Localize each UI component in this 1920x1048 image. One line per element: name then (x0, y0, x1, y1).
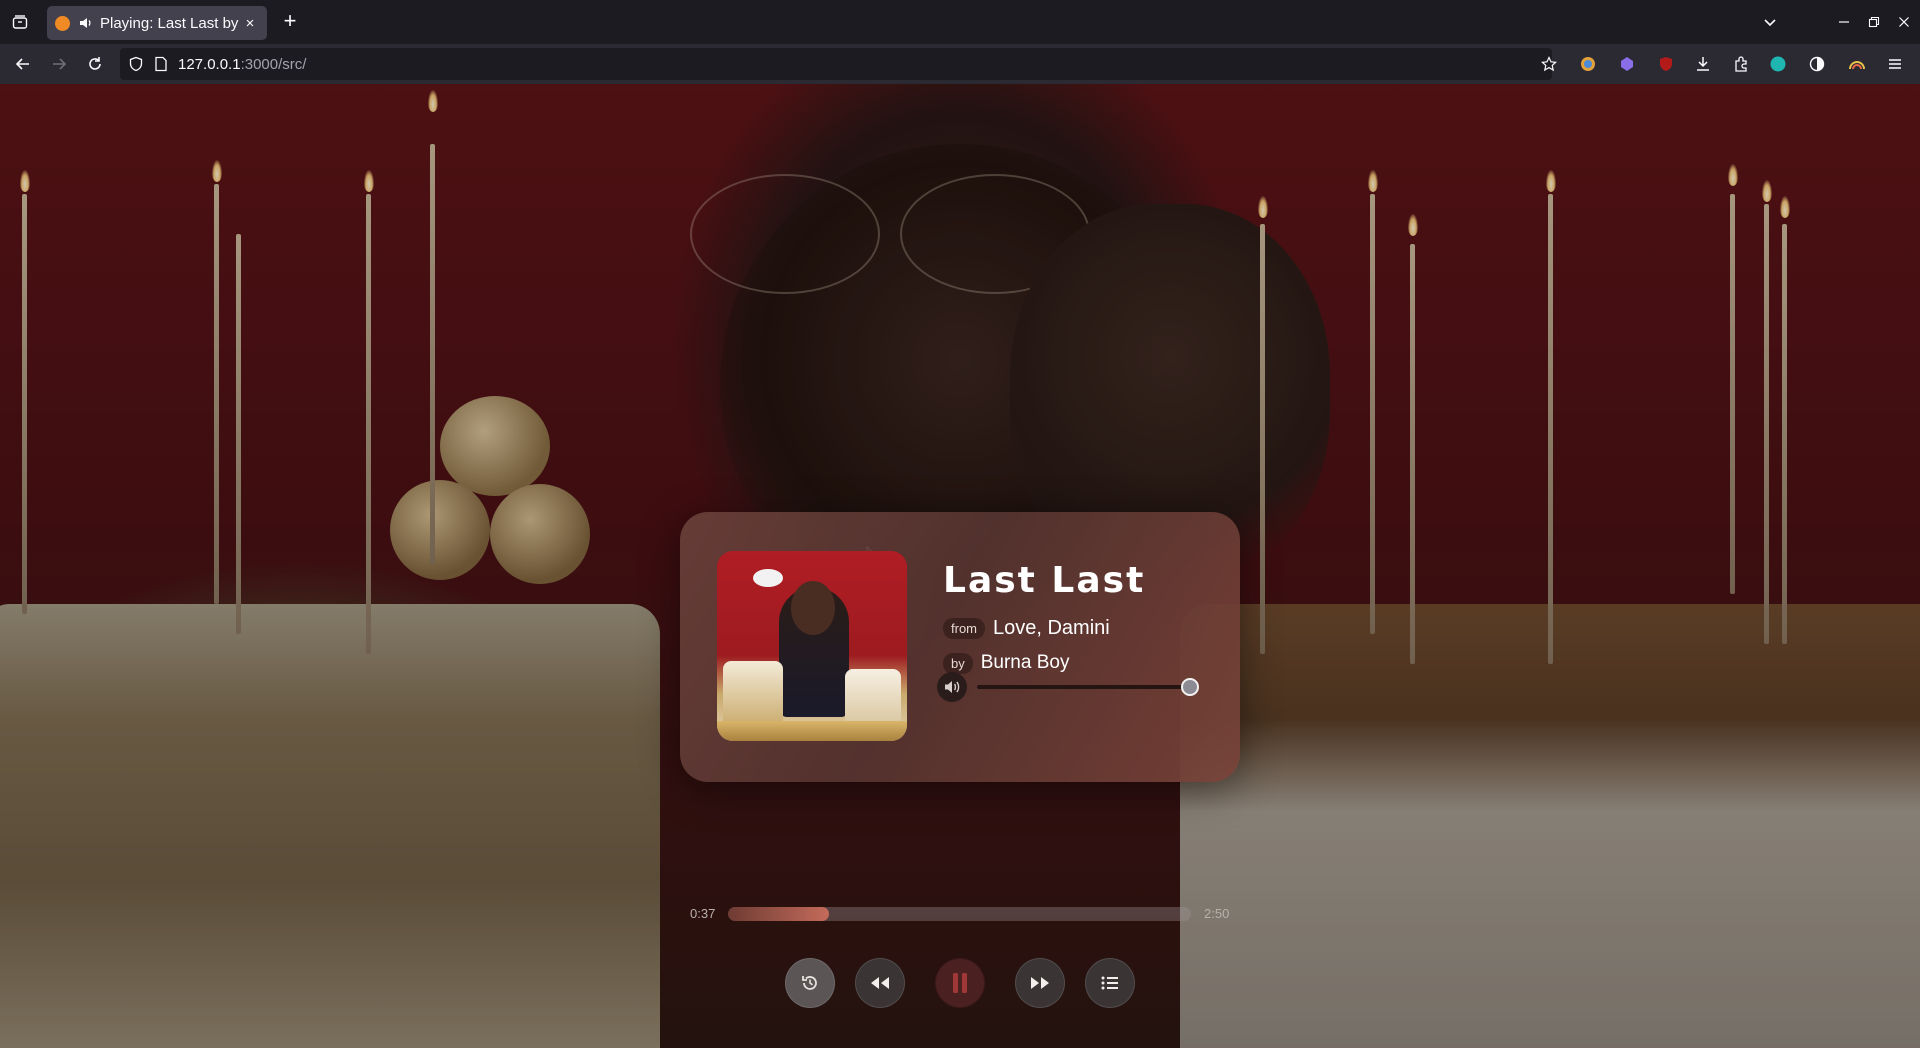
browser-tab-bar: Playing: Last Last by × + (0, 0, 1920, 44)
progress-bar-fill (728, 907, 829, 921)
previous-button[interactable] (855, 958, 905, 1008)
playlist-button[interactable] (1085, 958, 1135, 1008)
shield-icon[interactable] (128, 56, 144, 72)
extension-color-icon[interactable] (1578, 54, 1598, 74)
extension-puzzle-purple-icon[interactable] (1617, 54, 1637, 74)
progress-bar[interactable] (728, 907, 1191, 921)
forward-icon[interactable] (47, 52, 71, 76)
album-name: Love, Damini (993, 617, 1110, 639)
volume-slider-thumb[interactable] (1181, 678, 1199, 696)
browser-tab-active[interactable]: Playing: Last Last by × (47, 6, 267, 40)
artist-tag: by (943, 652, 973, 674)
back-icon[interactable] (11, 52, 35, 76)
speaker-icon[interactable] (937, 672, 967, 702)
artist-name: Burna Boy (980, 652, 1070, 673)
artist-row: by Burna Boy (943, 652, 1069, 674)
dark-reader-icon[interactable] (1807, 54, 1827, 74)
page-info-icon[interactable] (154, 56, 168, 72)
app-menu-icon[interactable] (1885, 54, 1905, 74)
album-tag: from (943, 618, 985, 639)
play-pause-button[interactable] (935, 958, 985, 1008)
song-title: Last Last (943, 560, 1146, 601)
album-row: from Love, Damini (943, 617, 1110, 640)
bookmark-star-icon[interactable] (1539, 54, 1559, 74)
url-host: 127.0.0.1 (178, 55, 241, 73)
restart-button[interactable] (785, 958, 835, 1008)
minimize-icon[interactable] (1830, 8, 1858, 36)
browser-nav-bar: 127.0.0.1:3000/src/ (0, 44, 1920, 84)
total-duration: 2:50 (1204, 906, 1230, 921)
url-bar[interactable]: 127.0.0.1:3000/src/ (120, 48, 1552, 80)
reload-icon[interactable] (83, 52, 107, 76)
url-path: :3000/src/ (240, 55, 307, 73)
list-all-tabs-icon[interactable] (1756, 8, 1784, 36)
extensions-puzzle-icon[interactable] (1731, 54, 1751, 74)
ublock-origin-icon[interactable] (1656, 54, 1676, 74)
fast-forward-icon (1031, 977, 1049, 989)
list-icon (1101, 976, 1118, 990)
volume-slider[interactable] (977, 678, 1199, 696)
tab-close-icon[interactable]: × (241, 14, 259, 32)
history-icon (802, 976, 817, 990)
close-window-icon[interactable] (1890, 8, 1918, 36)
extension-rainbow-icon[interactable] (1847, 54, 1867, 74)
site-favicon-icon (55, 15, 70, 31)
tab-title: Playing: Last Last by (100, 14, 239, 32)
downloads-icon[interactable] (1693, 54, 1713, 74)
now-playing-card: Last Last from Love, Damini by Burna Boy (680, 512, 1240, 782)
audio-playing-icon[interactable] (78, 15, 94, 31)
new-tab-button[interactable]: + (278, 10, 302, 34)
next-button[interactable] (1015, 958, 1065, 1008)
tab-list-icon[interactable] (8, 10, 32, 34)
restore-icon[interactable] (1860, 8, 1888, 36)
album-cover-image (717, 551, 907, 741)
elapsed-time: 0:37 (690, 906, 716, 921)
rewind-icon (871, 977, 889, 989)
extension-teal-icon[interactable] (1768, 54, 1788, 74)
pause-icon (953, 973, 967, 993)
